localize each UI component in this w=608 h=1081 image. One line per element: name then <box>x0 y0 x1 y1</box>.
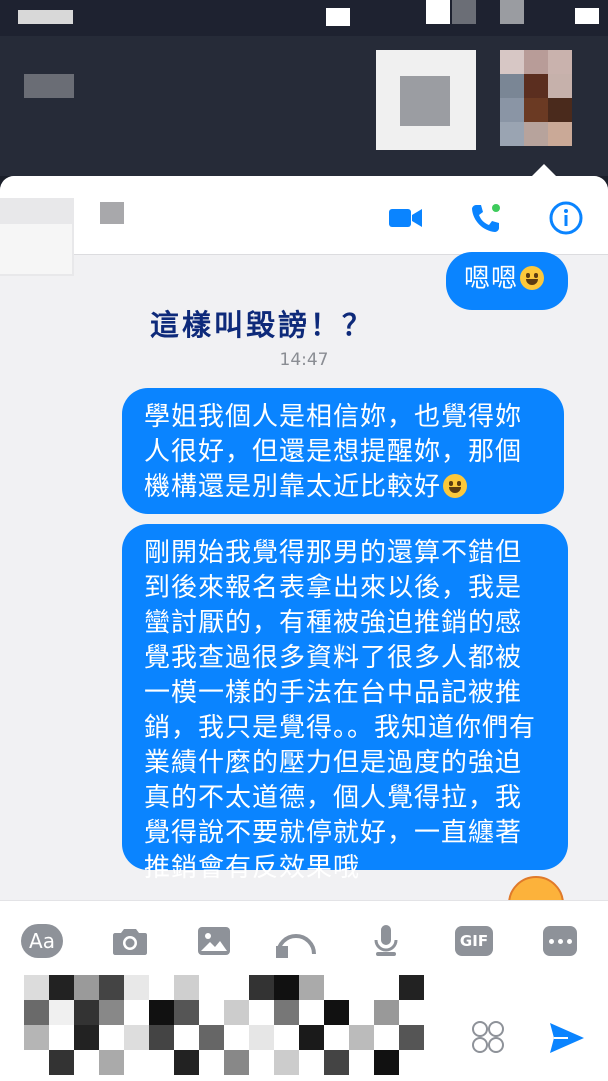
censored-block <box>74 1025 99 1050</box>
location-icon <box>276 934 316 958</box>
censored-block <box>149 1025 174 1050</box>
message-input[interactable] <box>24 975 434 1081</box>
censored-block <box>24 1000 49 1025</box>
censored-block <box>199 1025 224 1050</box>
censored-block <box>324 1050 349 1075</box>
censored-block <box>400 76 450 126</box>
background-content <box>0 36 608 176</box>
gallery-icon <box>198 927 230 955</box>
text-style-icon: Aa <box>21 924 63 958</box>
censored-block <box>49 1050 74 1075</box>
send-icon <box>550 1023 584 1053</box>
censored-block <box>149 1000 174 1025</box>
video-call-icon[interactable] <box>386 198 426 238</box>
censored-block <box>174 975 199 1000</box>
censored-block <box>399 975 424 1000</box>
censored-block <box>249 975 274 1000</box>
censored-block <box>500 122 524 146</box>
censored-block <box>99 1000 124 1025</box>
composer-bar: Aa GIF <box>0 900 608 1081</box>
message-text: 剛開始我覺得那男的還算不錯但到後來報名表拿出來以後，我是蠻討厭的，有種被強迫推銷… <box>144 538 537 883</box>
censored-block <box>99 1050 124 1075</box>
censored-block <box>174 1000 199 1025</box>
censored-block <box>49 975 74 1000</box>
sticker-icon <box>472 1021 504 1053</box>
message-bubble[interactable]: 學姐我個人是相信妳，也覺得妳人很好，但還是想提醒妳，那個機構還是別靠太近比較好 <box>122 388 564 514</box>
gallery-button[interactable] <box>192 921 236 961</box>
censored-block <box>24 1025 49 1050</box>
message-text: 嗯嗯 <box>464 264 519 294</box>
camera-icon <box>113 929 147 955</box>
censored-block <box>349 1025 374 1050</box>
text-style-button[interactable]: Aa <box>20 921 64 961</box>
censored-block <box>0 224 72 274</box>
censored-block <box>374 1000 399 1025</box>
censored-block <box>124 1025 149 1050</box>
censored-block <box>99 975 124 1000</box>
censored-block <box>24 975 49 1000</box>
censored-block <box>500 50 524 74</box>
censored-block <box>524 122 548 146</box>
censored-block <box>49 1000 74 1025</box>
more-button[interactable] <box>538 921 582 961</box>
censored-block <box>24 74 74 98</box>
censored-block <box>548 74 572 98</box>
censored-block <box>299 975 324 1000</box>
microphone-button[interactable] <box>364 921 408 961</box>
censored-block <box>399 1025 424 1050</box>
censored-block <box>124 975 149 1000</box>
censored-block <box>524 50 548 74</box>
censored-block <box>224 1050 249 1075</box>
status-bar <box>0 0 608 36</box>
message-timestamp: 14:47 <box>279 350 329 370</box>
censored-block <box>324 1000 349 1025</box>
gif-icon: GIF <box>455 926 493 956</box>
sticker-button[interactable] <box>470 1019 506 1055</box>
message-bubble[interactable]: 剛開始我覺得那男的還算不錯但到後來報名表拿出來以後，我是蠻討厭的，有種被強迫推銷… <box>122 524 568 883</box>
censored-block <box>224 1000 249 1025</box>
censored-block <box>500 98 524 122</box>
censored-block <box>174 1050 199 1075</box>
censored-block <box>575 8 599 24</box>
censored-block <box>548 50 572 74</box>
censored-block <box>426 0 450 24</box>
censored-block <box>548 98 572 122</box>
censored-block <box>374 1050 399 1075</box>
status-signal-icon <box>18 10 73 24</box>
voice-call-icon[interactable] <box>466 198 506 238</box>
censored-block <box>299 1025 324 1050</box>
censored-block <box>500 74 524 98</box>
send-button[interactable] <box>548 1021 586 1055</box>
censored-block <box>274 1050 299 1075</box>
gif-button[interactable]: GIF <box>452 921 496 961</box>
more-icon <box>543 926 577 956</box>
censored-block <box>524 98 548 122</box>
censored-block <box>548 122 572 146</box>
overlay-caption: 這樣叫毀謗！？ <box>150 308 375 342</box>
censored-block <box>524 74 548 98</box>
censored-block <box>74 975 99 1000</box>
microphone-icon <box>374 925 398 956</box>
censored-block <box>274 975 299 1000</box>
censored-block <box>500 0 524 24</box>
smile-emoji-icon <box>520 266 545 290</box>
location-button[interactable] <box>274 921 318 961</box>
censored-block <box>249 1025 274 1050</box>
chat-header <box>0 176 608 276</box>
censored-block <box>326 8 350 26</box>
message-bubble-reply[interactable]: 嗯嗯 <box>446 252 568 310</box>
camera-button[interactable] <box>108 921 152 961</box>
censored-block <box>74 1000 99 1025</box>
censored-block <box>452 0 476 24</box>
contact-name[interactable] <box>100 202 124 224</box>
censored-block <box>274 1000 299 1025</box>
info-icon[interactable] <box>546 198 586 238</box>
sweat-smile-emoji-icon <box>443 474 468 498</box>
